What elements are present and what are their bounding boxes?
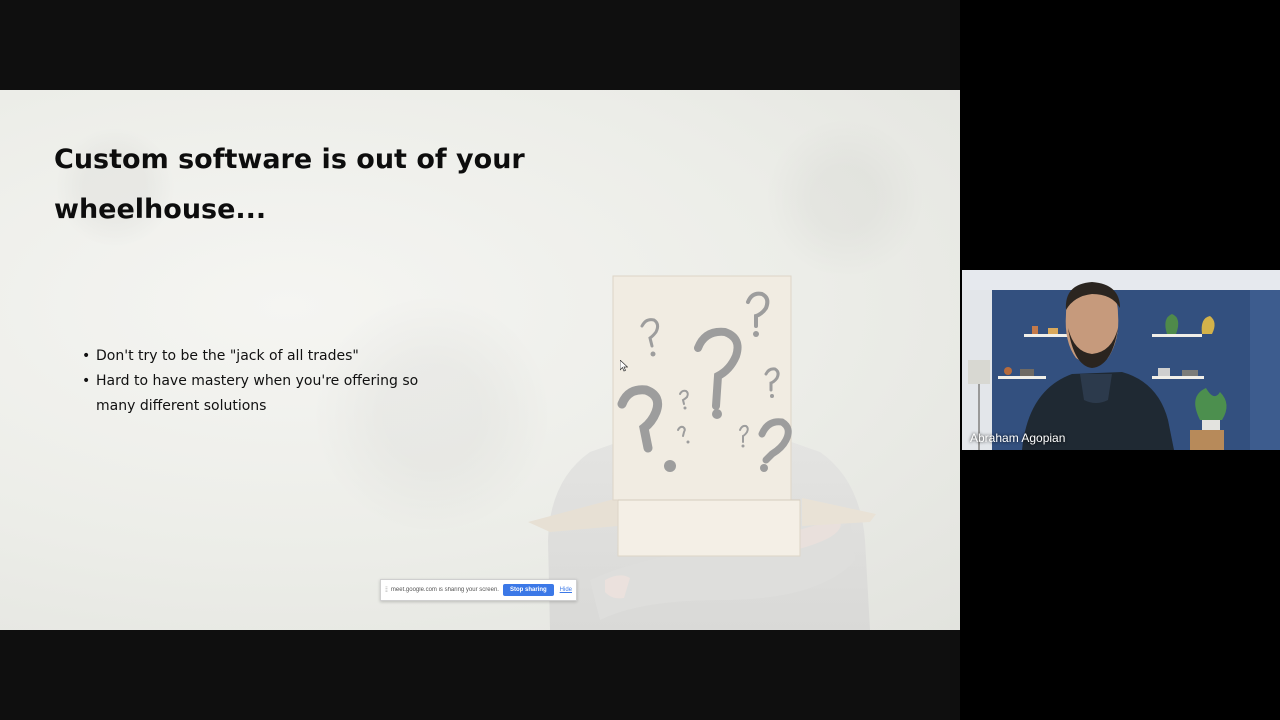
bullet-item: Hard to have mastery when you're offerin…: [82, 369, 442, 419]
participant-name: Abraham Agopian: [970, 431, 1066, 445]
mouse-cursor-icon: [620, 360, 628, 372]
stop-sharing-button[interactable]: Stop sharing: [502, 584, 554, 596]
screen-share-notification: ⁞⁞ meet.google.com is sharing your scree…: [380, 579, 577, 601]
bullet-item: Don't try to be the "jack of all trades": [82, 344, 442, 369]
bullet-list: Don't try to be the "jack of all trades"…: [82, 344, 442, 419]
share-message: meet.google.com is sharing your screen.: [390, 587, 499, 593]
box-head-person-illustration: [528, 275, 876, 630]
presentation-slide: Custom software is out of your wheelhous…: [0, 90, 960, 630]
drag-handle-icon[interactable]: ⁞⁞: [385, 587, 388, 594]
slide-title: Custom software is out of your wheelhous…: [54, 144, 525, 225]
meeting-screen: Custom software is out of your wheelhous…: [0, 0, 1280, 720]
participant-video-tile[interactable]: Abraham Agopian: [962, 270, 1280, 450]
hide-link[interactable]: Hide: [560, 587, 572, 593]
participant-video-feed: [962, 270, 1280, 450]
